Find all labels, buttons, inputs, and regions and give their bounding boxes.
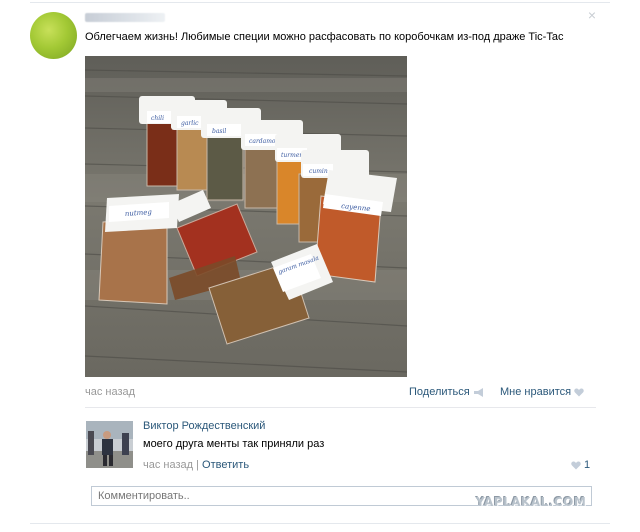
label-text: cumin — [309, 168, 328, 175]
share-button[interactable]: Поделиться — [409, 386, 484, 398]
divider-bottom — [30, 523, 610, 524]
author-name-blurred[interactable] — [85, 13, 165, 22]
label-text: chili — [151, 115, 164, 122]
wall-post: × Облегчаем жизнь! Любимые специи можно … — [30, 0, 610, 532]
label-text: basil — [212, 128, 226, 135]
like-label: Мне нравится — [500, 386, 572, 398]
comment-meta: час назад | Ответить — [143, 459, 249, 471]
spice-box-nutmeg: nutmeg — [98, 194, 179, 305]
comment-like-button[interactable]: 1 — [571, 459, 590, 471]
megaphone-icon — [473, 387, 483, 397]
post-time[interactable]: час назад — [85, 386, 135, 398]
comment-like-count: 1 — [584, 459, 591, 471]
heart-icon — [571, 461, 581, 469]
divider-top — [30, 2, 610, 3]
comment-time[interactable]: час назад — [143, 459, 193, 471]
close-icon[interactable]: × — [588, 8, 596, 22]
post-text: Облегчаем жизнь! Любимые специи можно ра… — [85, 31, 564, 43]
meta-divider: | — [196, 459, 199, 471]
commenter-name[interactable]: Виктор Рождественский — [143, 420, 265, 432]
comments-divider — [85, 407, 596, 408]
post-photo[interactable]: chili garlic basil cardamom turmeric cum… — [85, 56, 407, 377]
commenter-avatar[interactable] — [86, 421, 133, 468]
watermark: YAPLAKAL.COM — [476, 495, 587, 509]
comment-text: моего друга менты так приняли раз — [143, 438, 325, 450]
label-text: garlic — [181, 120, 199, 127]
reply-link[interactable]: Ответить — [202, 459, 249, 471]
author-avatar[interactable] — [30, 12, 77, 59]
like-button[interactable]: Мне нравится — [500, 386, 584, 398]
share-label: Поделиться — [409, 386, 470, 398]
heart-icon — [574, 388, 584, 396]
